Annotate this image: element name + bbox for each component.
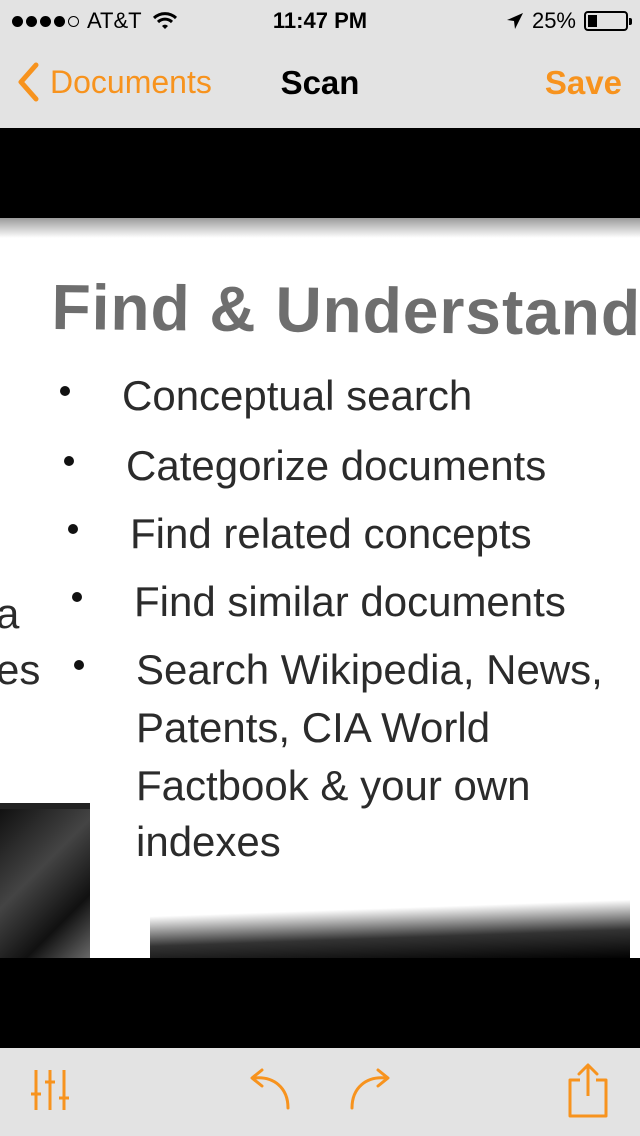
location-arrow-icon	[506, 13, 523, 29]
redo-icon	[350, 1068, 390, 1110]
scanned-document-image: Find & Understand Conceptual search Cate…	[0, 218, 640, 958]
top-bar: AT&T 11:47 PM 25% Documents Scan Save	[0, 0, 640, 128]
share-icon	[568, 1063, 608, 1118]
status-bar: AT&T 11:47 PM 25%	[0, 0, 640, 40]
scan-heading: Find & Understand	[51, 270, 640, 350]
document-edge	[0, 218, 640, 238]
status-right: 25%	[506, 8, 632, 34]
share-button[interactable]	[566, 1062, 610, 1125]
scan-shadow	[150, 899, 630, 958]
bottom-toolbar	[0, 1048, 640, 1136]
undo-button[interactable]	[246, 1068, 292, 1117]
adjustments-button[interactable]	[30, 1068, 70, 1117]
back-button[interactable]: Documents	[16, 62, 212, 102]
battery-percent: 25%	[531, 8, 576, 33]
chevron-left-icon	[18, 62, 39, 102]
scan-text-fragment: a	[0, 590, 20, 637]
save-button[interactable]: Save	[545, 64, 622, 102]
undo-icon	[250, 1068, 290, 1110]
sliders-icon	[31, 1070, 69, 1110]
battery-icon	[584, 11, 632, 31]
navigation-bar: Documents Scan Save	[0, 40, 640, 128]
scan-photo-fragment	[0, 803, 90, 958]
back-button-label: Documents	[50, 63, 212, 100]
redo-button[interactable]	[348, 1068, 394, 1117]
scan-text-fragment: es	[0, 646, 41, 693]
